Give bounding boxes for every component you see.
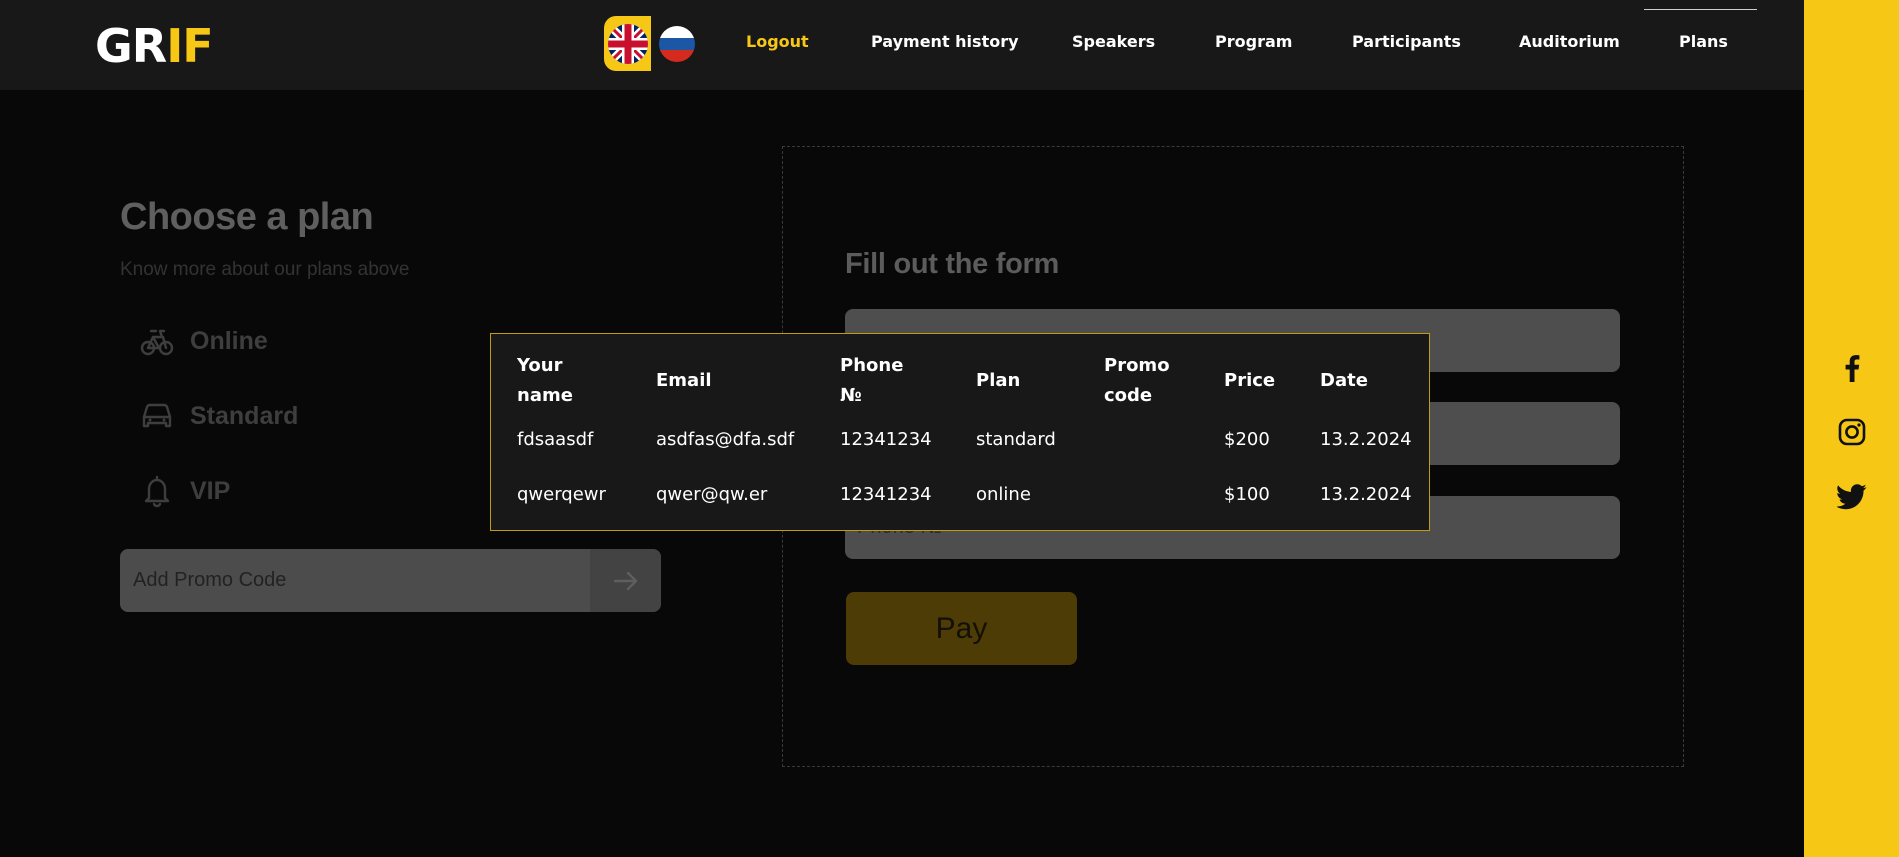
- header-phone: Phone №: [840, 354, 904, 406]
- plans-subtitle: Know more about our plans above: [120, 259, 410, 280]
- nav-plans[interactable]: Plans: [1679, 30, 1728, 54]
- plan-label: VIP: [190, 476, 231, 505]
- nav-auditorium[interactable]: Auditorium: [1519, 30, 1620, 54]
- table-row: qwerqewr qwer@qw.er 12341234 online $100…: [507, 467, 1422, 522]
- table-header-row: Your name Email Phone № Plan Promo code …: [507, 349, 1422, 412]
- bicycle-icon: [140, 324, 174, 358]
- nav-participants[interactable]: Participants: [1352, 30, 1461, 54]
- nav-payment-history[interactable]: Payment history: [871, 30, 1019, 54]
- language-ru-button[interactable]: [653, 16, 700, 71]
- header-promo-code: Promo code: [1104, 354, 1170, 406]
- promo-code-group: [120, 549, 661, 612]
- cell-date: 13.2.2024: [1320, 483, 1412, 505]
- cell-name: qwerqewr: [517, 483, 606, 505]
- logo-part-2: IF: [166, 19, 214, 73]
- header-email: Email: [656, 369, 712, 391]
- pay-button[interactable]: Pay: [846, 592, 1077, 665]
- russia-flag-icon: [658, 25, 695, 62]
- promo-submit-button[interactable]: [590, 549, 661, 612]
- payment-history-table: Your name Email Phone № Plan Promo code …: [507, 349, 1422, 522]
- payment-history-popup: Your name Email Phone № Plan Promo code …: [490, 333, 1430, 531]
- nav-plans-indicator: [1644, 9, 1757, 10]
- cell-phone: 12341234: [840, 483, 932, 505]
- table-row: fdsaasdf asdfas@dfa.sdf 12341234 standar…: [507, 412, 1422, 467]
- arrow-right-icon: [613, 571, 637, 590]
- cell-price: $200: [1224, 428, 1270, 450]
- nav-speakers[interactable]: Speakers: [1072, 30, 1155, 54]
- header-date: Date: [1320, 369, 1368, 391]
- bell-icon: [140, 474, 174, 508]
- promo-code-input[interactable]: [120, 549, 590, 612]
- instagram-icon[interactable]: [1836, 416, 1868, 448]
- form-title: Fill out the form: [845, 248, 1059, 280]
- nav-program[interactable]: Program: [1215, 30, 1292, 54]
- language-en-button[interactable]: [604, 16, 651, 71]
- cell-date: 13.2.2024: [1320, 428, 1412, 450]
- header-plan: Plan: [976, 369, 1021, 391]
- header-price: Price: [1224, 369, 1276, 391]
- cell-email: asdfas@dfa.sdf: [656, 428, 795, 450]
- cell-phone: 12341234: [840, 428, 932, 450]
- cell-promo-code: [1094, 412, 1214, 467]
- cell-plan: standard: [976, 428, 1056, 450]
- plan-option-vip[interactable]: VIP: [140, 473, 230, 509]
- header-your-name: Your name: [517, 354, 573, 406]
- nav-logout[interactable]: Logout: [746, 30, 809, 54]
- facebook-icon[interactable]: [1836, 352, 1868, 384]
- plan-option-online[interactable]: Online: [140, 323, 268, 359]
- logo[interactable]: GRIF: [95, 18, 214, 74]
- car-icon: [140, 399, 174, 433]
- logo-part-1: GR: [95, 19, 167, 73]
- plan-label: Online: [190, 326, 268, 355]
- plan-option-standard[interactable]: Standard: [140, 398, 298, 434]
- cell-name: fdsaasdf: [517, 428, 594, 450]
- cell-price: $100: [1224, 483, 1270, 505]
- plans-title: Choose a plan: [120, 196, 374, 238]
- plan-label: Standard: [190, 401, 299, 430]
- cell-plan: online: [976, 483, 1031, 505]
- cell-email: qwer@qw.er: [656, 483, 768, 505]
- cell-promo-code: [1094, 467, 1214, 522]
- twitter-icon[interactable]: [1836, 481, 1868, 513]
- uk-flag-icon: [607, 23, 648, 64]
